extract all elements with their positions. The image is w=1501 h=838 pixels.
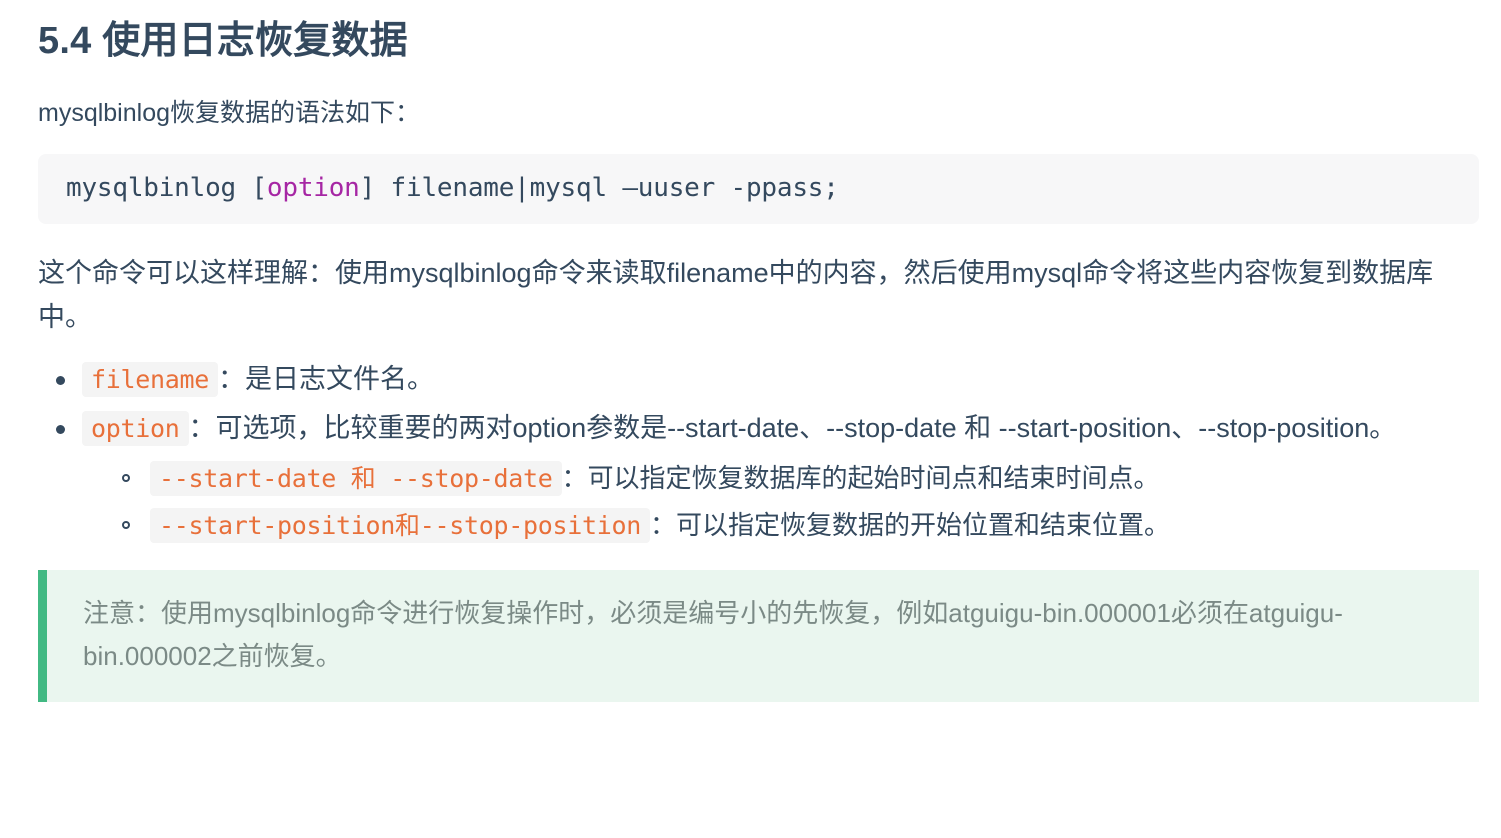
list-item-text: ：可选项，比较重要的两对option参数是--start-date、--stop…	[188, 413, 1397, 444]
list-item: --start-date 和 --stop-date ：可以指定恢复数据库的起始时…	[122, 457, 1479, 501]
document-page: 5.4 使用日志恢复数据 mysqlbinlog恢复数据的语法如下： mysql…	[0, 0, 1501, 838]
list-item-text: ：是日志文件名。	[218, 363, 435, 394]
heading-space	[91, 20, 102, 62]
intro-paragraph: mysqlbinlog恢复数据的语法如下：	[38, 98, 421, 127]
option-list: filename ：是日志文件名。 option ：可选项，比较重要的两对optio…	[38, 358, 1479, 548]
heading-number: 5.4	[38, 20, 92, 62]
list-item-text: ：可以指定恢复数据的开始位置和结束位置。	[650, 510, 1171, 541]
code-part-after: --stop-position	[419, 511, 642, 541]
code-part-before: --start-position	[159, 511, 396, 541]
list-item: filename ：是日志文件名。	[56, 358, 1479, 402]
inline-code-start-stop-date: --start-date 和 --stop-date	[150, 460, 562, 496]
code-part-han: 和	[395, 513, 420, 541]
inline-code-filename: filename	[82, 361, 219, 397]
code-block: mysqlbinlog [option] filename|mysql –uus…	[38, 154, 1479, 225]
code-keyword-option: option	[266, 173, 360, 204]
code-segment-after: ] filename|mysql –uuser -ppass;	[359, 173, 839, 204]
list-item: --start-position和--stop-position ：可以指定恢复数…	[122, 504, 1479, 548]
option-sub-list: --start-date 和 --stop-date ：可以指定恢复数据库的起始时…	[82, 457, 1479, 548]
page-title: 5.4 使用日志恢复数据	[38, 0, 1479, 66]
note-text: 注意：使用mysqlbinlog命令进行恢复操作时，必须是编号小的先恢复，例如a…	[83, 597, 1343, 671]
code-block-content: mysqlbinlog [option] filename|mysql –uus…	[66, 173, 839, 203]
explanation-paragraph: 这个命令可以这样理解：使用mysqlbinlog命令来读取filename中的内…	[38, 258, 1434, 332]
list-item-text: ：可以指定恢复数据库的起始时间点和结束时间点。	[561, 462, 1160, 493]
code-segment-before: mysqlbinlog [	[66, 173, 267, 204]
inline-code-start-stop-position: --start-position和--stop-position	[150, 508, 651, 544]
code-part-han: 和	[350, 465, 376, 493]
inline-code-option: option	[82, 411, 189, 447]
list-item: option ：可选项，比较重要的两对option参数是--start-date、…	[56, 407, 1479, 548]
heading-text: 使用日志恢复数据	[102, 20, 408, 62]
code-part-after: --stop-date	[375, 463, 553, 493]
note-callout: 注意：使用mysqlbinlog命令进行恢复操作时，必须是编号小的先恢复，例如a…	[38, 569, 1479, 702]
code-part-before: --start-date	[159, 463, 351, 493]
